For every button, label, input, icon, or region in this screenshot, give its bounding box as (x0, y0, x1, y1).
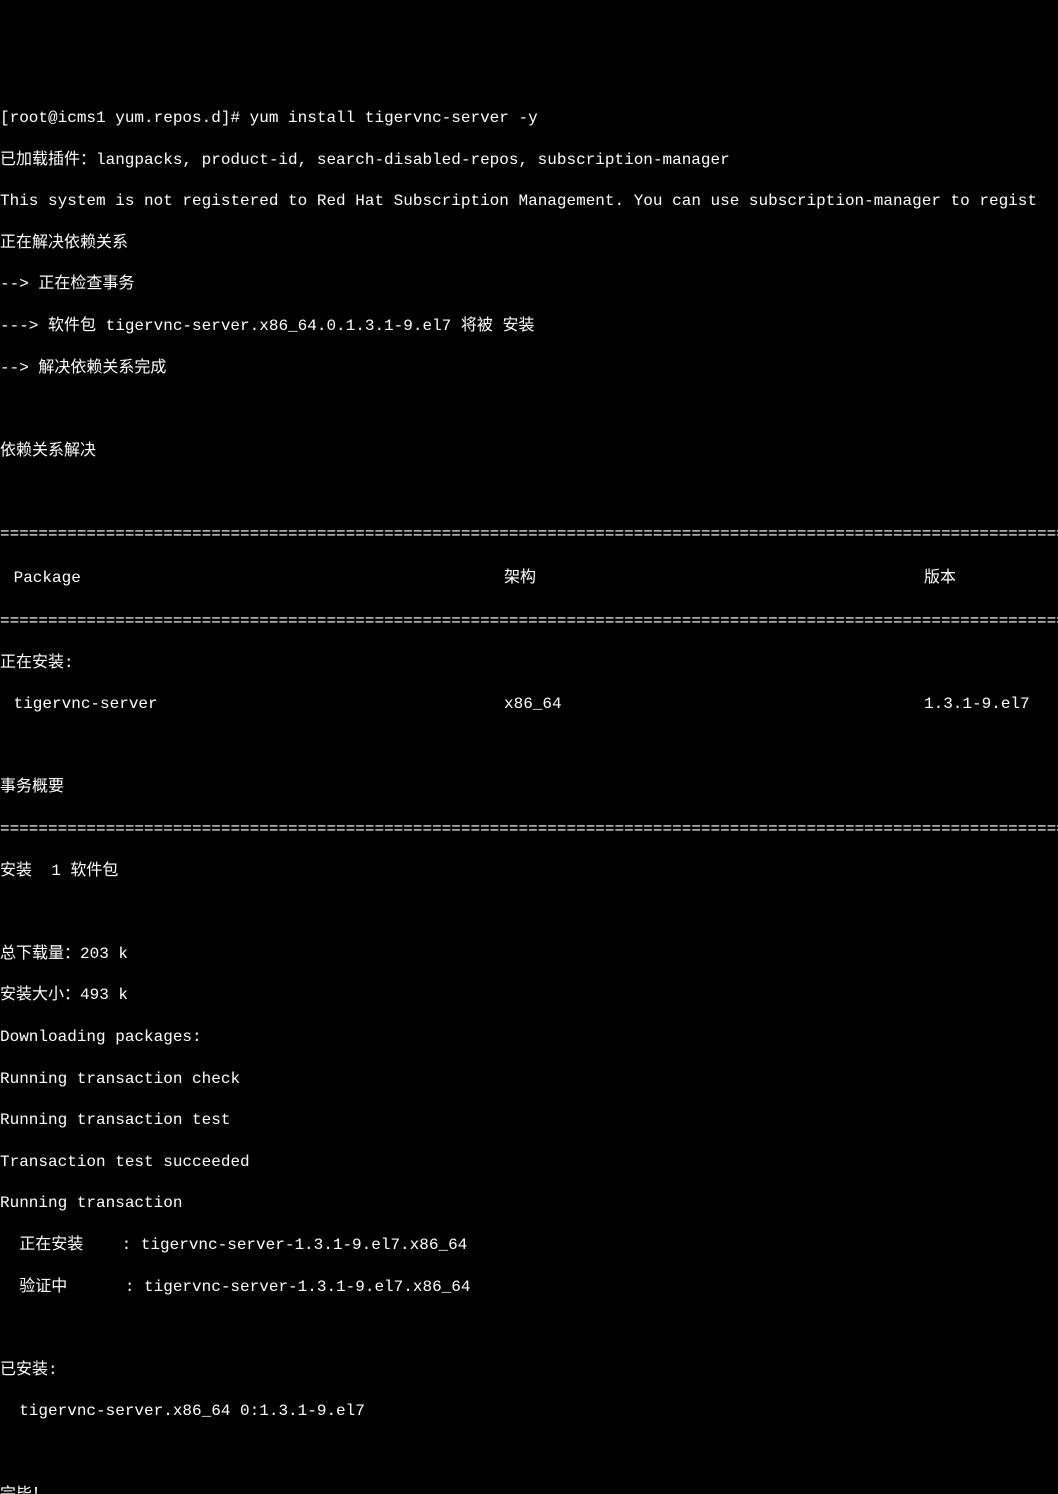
terminal-output[interactable]: [root@icms1 yum.repos.d]# yum install ti… (0, 87, 1058, 1494)
output-line: 已加载插件：langpacks, product-id, search-disa… (0, 150, 1058, 171)
header-package: Package (4, 568, 504, 589)
blank-line (0, 902, 1058, 923)
installed-pkg-line: tigervnc-server.x86_64 0:1.3.1-9.el7 (0, 1401, 1058, 1422)
blank-line (0, 399, 1058, 420)
divider-line: ========================================… (0, 611, 1058, 632)
output-line: --> 正在检查事务 (0, 274, 1058, 295)
prompt-text: [root@icms1 yum.repos.d]# (0, 109, 250, 127)
blank-line (0, 1443, 1058, 1464)
table-header-row: Package 架构 版本 (0, 566, 1058, 591)
cell-version: 1.3.1-9.el7 (924, 694, 1054, 715)
output-line: 依赖关系解决 (0, 441, 1058, 462)
installing-pkg-line: 正在安装 : tigervnc-server-1.3.1-9.el7.x86_6… (0, 1235, 1058, 1256)
output-line: 正在解决依赖关系 (0, 233, 1058, 254)
blank-line (0, 482, 1058, 503)
total-download: 总下载量：203 k (0, 944, 1058, 965)
install-count: 安装 1 软件包 (0, 861, 1058, 882)
table-row: tigervnc-server x86_64 1.3.1-9.el7 (0, 694, 1058, 715)
test-succeeded-line: Transaction test succeeded (0, 1152, 1058, 1173)
cell-package: tigervnc-server (4, 694, 504, 715)
divider-line: ========================================… (0, 819, 1058, 840)
installing-label: 正在安装: (0, 653, 1058, 674)
header-arch: 架构 (504, 568, 924, 589)
divider-line: ========================================… (0, 524, 1058, 545)
output-line: This system is not registered to Red Hat… (0, 191, 1058, 212)
cell-arch: x86_64 (504, 694, 924, 715)
complete-line: 完毕！ (0, 1485, 1058, 1494)
installed-label: 已安装: (0, 1360, 1058, 1381)
downloading-line: Downloading packages: (0, 1027, 1058, 1048)
blank-line (0, 736, 1058, 757)
running-test-line: Running transaction test (0, 1110, 1058, 1131)
running-trans-line: Running transaction (0, 1193, 1058, 1214)
command-text: yum install tigervnc-server -y (250, 109, 538, 127)
blank-line (0, 1318, 1058, 1339)
prompt-command-line: [root@icms1 yum.repos.d]# yum install ti… (0, 108, 1058, 129)
installed-size: 安装大小：493 k (0, 985, 1058, 1006)
header-version: 版本 (924, 568, 1054, 589)
summary-label: 事务概要 (0, 777, 1058, 798)
output-line: --> 解决依赖关系完成 (0, 358, 1058, 379)
verifying-pkg-line: 验证中 : tigervnc-server-1.3.1-9.el7.x86_64 (0, 1277, 1058, 1298)
output-line: ---> 软件包 tigervnc-server.x86_64.0.1.3.1-… (0, 316, 1058, 337)
running-check-line: Running transaction check (0, 1069, 1058, 1090)
